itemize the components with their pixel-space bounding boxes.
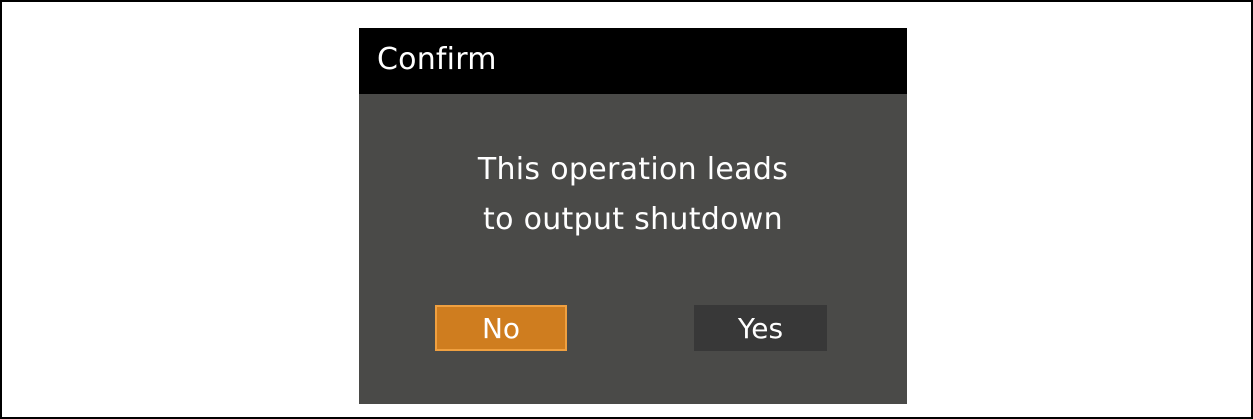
dialog-message: This operation leads to output shutdown bbox=[359, 145, 907, 245]
dialog-title-bar: Confirm bbox=[359, 28, 907, 94]
dialog-title: Confirm bbox=[377, 42, 497, 77]
confirm-dialog: Confirm This operation leads to output s… bbox=[359, 28, 907, 404]
no-button[interactable]: No bbox=[435, 305, 567, 351]
message-line-2: to output shutdown bbox=[483, 202, 783, 237]
yes-button[interactable]: Yes bbox=[694, 305, 827, 351]
message-line-1: This operation leads bbox=[477, 152, 789, 187]
screen-frame: Confirm This operation leads to output s… bbox=[0, 0, 1253, 419]
